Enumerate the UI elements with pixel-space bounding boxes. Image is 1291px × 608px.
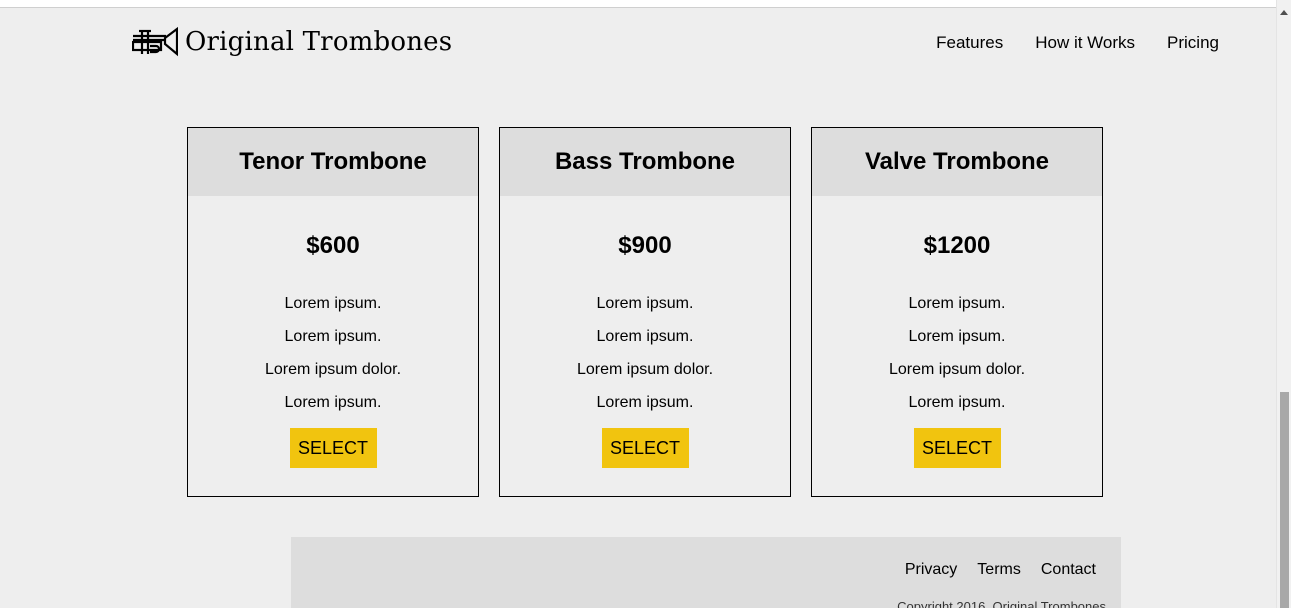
copyright-text: Copyright 2016, Original Trombones: [897, 599, 1106, 608]
feature-item: Lorem ipsum.: [908, 394, 1006, 411]
footer-link-terms[interactable]: Terms: [977, 561, 1021, 579]
footer-link-privacy[interactable]: Privacy: [905, 561, 957, 579]
main-nav: Features How it Works Pricing: [936, 33, 1219, 53]
feature-item: Lorem ipsum.: [284, 295, 382, 312]
logo[interactable]: Original Trombones: [132, 26, 452, 58]
plan-features: Lorem ipsum. Lorem ipsum. Lorem ipsum do…: [577, 287, 713, 419]
plan-title: Bass Trombone: [500, 128, 790, 196]
plan-title: Valve Trombone: [812, 128, 1102, 196]
feature-item: Lorem ipsum dolor.: [576, 361, 714, 378]
feature-item: Lorem ipsum.: [596, 328, 694, 345]
select-button-tenor[interactable]: SELECT: [289, 428, 377, 468]
plan-price: $600: [306, 232, 360, 259]
feature-item: Lorem ipsum.: [596, 295, 694, 312]
select-button-bass[interactable]: SELECT: [601, 428, 689, 468]
pricing-card-bass: Bass Trombone $900 Lorem ipsum. Lorem ip…: [499, 127, 791, 497]
scroll-up-arrow-icon[interactable]: [1280, 10, 1288, 15]
pricing-card-valve: Valve Trombone $1200 Lorem ipsum. Lorem …: [811, 127, 1103, 497]
logo-text: Original Trombones: [185, 27, 453, 57]
plan-features: Lorem ipsum. Lorem ipsum. Lorem ipsum do…: [265, 287, 401, 419]
feature-item: Lorem ipsum dolor.: [264, 361, 402, 378]
feature-item: Lorem ipsum.: [908, 295, 1006, 312]
plan-price: $1200: [923, 232, 991, 259]
footer-link-contact[interactable]: Contact: [1041, 561, 1096, 579]
plan-title: Tenor Trombone: [188, 128, 478, 196]
site-header: Original Trombones Features How it Works…: [0, 8, 1276, 76]
feature-item: Lorem ipsum.: [284, 328, 382, 345]
feature-item: Lorem ipsum dolor.: [888, 361, 1026, 378]
pricing-card-tenor: Tenor Trombone $600 Lorem ipsum. Lorem i…: [187, 127, 479, 497]
nav-how-it-works[interactable]: How it Works: [1035, 33, 1135, 53]
scrollbar-thumb[interactable]: [1280, 392, 1289, 608]
trombone-logo-icon: [132, 26, 178, 57]
footer-links: Privacy Terms Contact: [905, 561, 1096, 579]
window-top-edge: [0, 0, 1276, 8]
plan-price: $900: [618, 232, 672, 259]
nav-features[interactable]: Features: [936, 33, 1003, 53]
nav-pricing[interactable]: Pricing: [1167, 33, 1219, 53]
pricing-section: Tenor Trombone $600 Lorem ipsum. Lorem i…: [187, 127, 1103, 497]
vertical-scrollbar[interactable]: [1276, 0, 1291, 608]
plan-features: Lorem ipsum. Lorem ipsum. Lorem ipsum do…: [889, 287, 1025, 419]
feature-item: Lorem ipsum.: [596, 394, 694, 411]
feature-item: Lorem ipsum.: [908, 328, 1006, 345]
site-footer: Privacy Terms Contact Copyright 2016, Or…: [291, 537, 1121, 608]
select-button-valve[interactable]: SELECT: [913, 428, 1001, 468]
feature-item: Lorem ipsum.: [284, 394, 382, 411]
